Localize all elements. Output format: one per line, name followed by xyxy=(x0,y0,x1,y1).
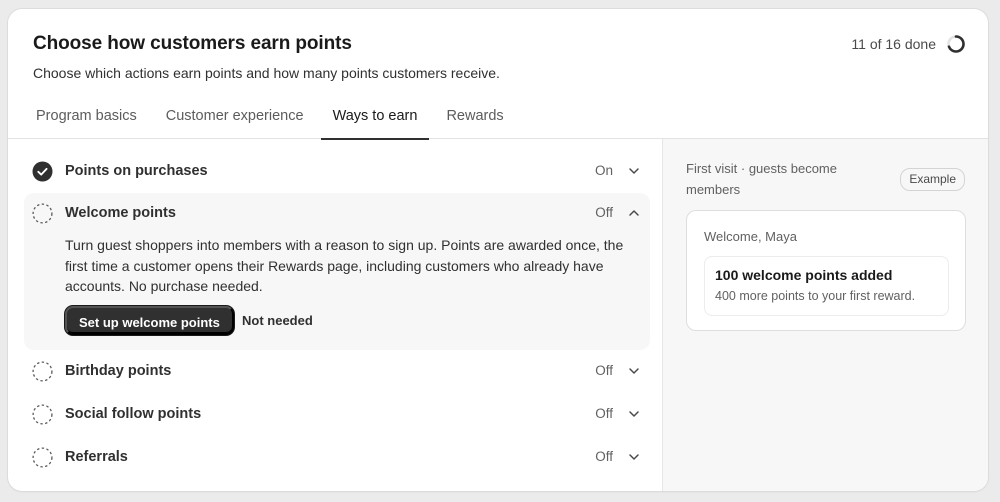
dashed-circle-icon xyxy=(32,203,53,224)
tab-program-basics[interactable]: Program basics xyxy=(24,99,149,139)
dashed-circle-icon xyxy=(32,404,53,425)
earn-item-referrals[interactable]: Referrals Off xyxy=(24,436,650,479)
earn-item-birthday[interactable]: Birthday points Off xyxy=(24,350,650,393)
earn-item-status: Off xyxy=(595,406,613,421)
earn-item-welcome: Welcome points Off Turn guest shoppers i… xyxy=(24,193,650,350)
tab-bar: Program basics Customer experience Ways … xyxy=(24,99,521,140)
chevron-down-icon[interactable] xyxy=(628,165,640,177)
preview-title: First visit · guests become members xyxy=(686,161,837,197)
dashed-circle-icon xyxy=(32,447,53,468)
set-up-welcome-points-button[interactable]: Set up welcome points xyxy=(65,306,234,335)
earn-item-label: Referrals xyxy=(65,449,128,465)
earn-item-social-follow[interactable]: Social follow points Off xyxy=(24,393,650,436)
earn-item-status: Off xyxy=(595,205,613,220)
chevron-up-icon[interactable] xyxy=(628,207,640,219)
earn-item-label[interactable]: Welcome points xyxy=(65,205,176,221)
tab-rewards[interactable]: Rewards xyxy=(434,99,515,139)
notice-subtitle: 400 more points to your first reward. xyxy=(715,289,916,303)
check-circle-icon xyxy=(32,161,53,182)
chevron-down-icon[interactable] xyxy=(628,408,640,420)
setup-progress: 11 of 16 done xyxy=(851,34,966,54)
progress-ring-icon xyxy=(947,35,965,53)
chevron-down-icon[interactable] xyxy=(628,451,640,463)
preview-panel: First visit · guests become members Exam… xyxy=(662,139,988,491)
tab-customer-experience[interactable]: Customer experience xyxy=(154,99,316,139)
preview-card: Welcome, Maya 100 welcome points added 4… xyxy=(686,210,966,331)
earn-item-purchases[interactable]: Points on purchases On xyxy=(24,150,650,193)
tab-ways-to-earn[interactable]: Ways to earn xyxy=(320,99,430,140)
earn-item-label: Social follow points xyxy=(65,406,202,422)
not-needed-button[interactable]: Not needed xyxy=(230,306,325,335)
earn-item-status: Off xyxy=(595,449,613,464)
earn-list: Points on purchases On Welcome points Of… xyxy=(8,139,662,491)
chevron-down-icon[interactable] xyxy=(628,365,640,377)
setup-card: Choose how customers earn points Choose … xyxy=(8,9,988,491)
page-subtitle: Choose which actions earn points and how… xyxy=(33,65,500,81)
welcome-points-notice: 100 welcome points added 400 more points… xyxy=(704,256,949,316)
preview-greeting: Welcome, Maya xyxy=(704,229,797,244)
earn-item-status: Off xyxy=(595,363,613,378)
earn-item-status: On xyxy=(594,163,613,178)
progress-text: 11 of 16 done xyxy=(851,36,936,52)
page-title: Choose how customers earn points xyxy=(33,33,352,54)
example-badge: Example xyxy=(900,168,965,191)
notice-title: 100 welcome points added xyxy=(715,267,893,283)
dashed-circle-icon xyxy=(32,361,53,382)
earn-item-label: Points on purchases xyxy=(65,163,208,179)
welcome-description: Turn guest shoppers into members with a … xyxy=(65,237,624,294)
page-header: Choose how customers earn points Choose … xyxy=(8,9,988,140)
earn-item-label: Birthday points xyxy=(65,363,172,379)
